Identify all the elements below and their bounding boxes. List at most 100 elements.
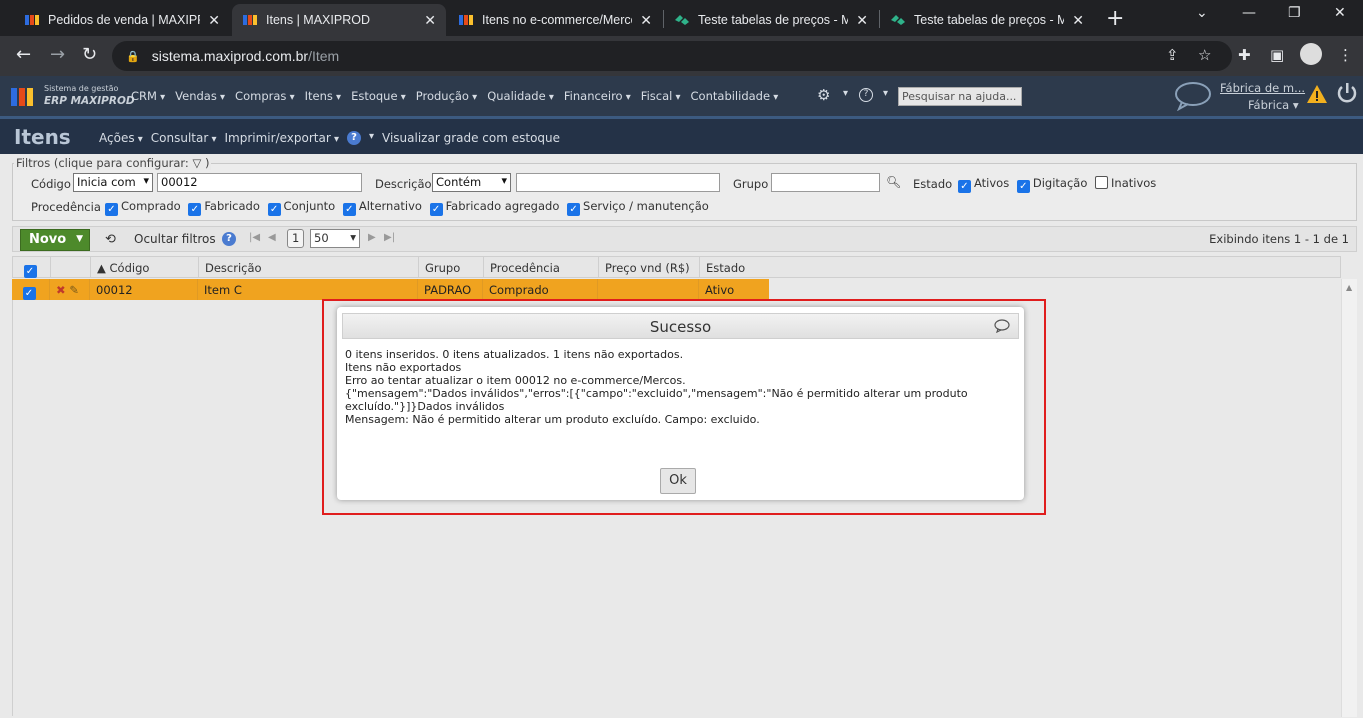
refresh-icon[interactable]: ⟲: [105, 232, 116, 247]
ok-button[interactable]: Ok: [660, 468, 696, 494]
share-icon[interactable]: ⇪: [1166, 46, 1179, 64]
prev-page-icon[interactable]: ◀: [268, 232, 276, 243]
col-preco[interactable]: Preço vnd (R$): [599, 257, 700, 277]
close-tab-icon[interactable]: ✕: [1072, 12, 1084, 29]
settings-gear-icon[interactable]: ⚙: [817, 86, 830, 104]
col-procedencia[interactable]: Procedência: [484, 257, 599, 277]
menu-compras[interactable]: Compras: [235, 89, 295, 103]
close-tab-icon[interactable]: ✕: [424, 12, 436, 29]
close-tab-icon[interactable]: ✕: [208, 12, 220, 29]
edit-pencil-icon[interactable]: ✎: [69, 283, 79, 297]
procedencia-conjunto[interactable]: ✓ Conjunto: [267, 199, 335, 216]
close-window-icon[interactable]: ✕: [1334, 5, 1346, 21]
menu-contabilidade[interactable]: Contabilidade: [691, 89, 779, 103]
novo-button[interactable]: Novo ▼: [20, 229, 90, 251]
minimize-icon[interactable]: —: [1242, 5, 1256, 21]
codigo-mode-select[interactable]: Inicia com: [73, 173, 153, 192]
col-descricao[interactable]: Descrição: [199, 257, 419, 277]
row-checkbox[interactable]: ✓: [12, 279, 50, 300]
first-page-icon[interactable]: |◀: [249, 232, 260, 243]
url-host: sistema.maxiprod.com.br: [151, 48, 309, 64]
grid-help-icon[interactable]: ?: [222, 232, 236, 246]
side-panel-icon[interactable]: ▣: [1270, 46, 1284, 64]
page-help-dropdown-icon[interactable]: ▾: [369, 131, 374, 145]
ocultar-filtros-button[interactable]: Ocultar filtros: [134, 232, 216, 246]
procedencia-comprado[interactable]: ✓ Comprado: [105, 199, 181, 216]
page-number-input[interactable]: 1: [287, 229, 305, 248]
browser-tab-pedidos[interactable]: Pedidos de venda | MAXIPROD ✕: [14, 4, 230, 36]
procedencia-option-label: Fabricado agregado: [445, 199, 560, 213]
estado-inativos[interactable]: Inativos: [1095, 176, 1156, 190]
consultar-menu[interactable]: Consultar: [151, 131, 217, 145]
codigo-input[interactable]: 00012: [157, 173, 362, 192]
filter-funnel-icon[interactable]: ▽: [192, 156, 201, 170]
url-field[interactable]: 🔒 sistema.maxiprod.com.br/Item: [112, 41, 1232, 71]
col-codigo[interactable]: ▲ Código: [91, 257, 199, 277]
procedencia-fabricado-agregado[interactable]: ✓ Fabricado agregado: [429, 199, 560, 216]
browser-tab-ecommerce[interactable]: Itens no e-commerce/Mercos ✕: [448, 4, 662, 36]
row-actions: ✖ ✎: [50, 279, 90, 300]
tab-search-icon[interactable]: ⌄: [1196, 5, 1208, 21]
reload-icon[interactable]: ↻: [82, 44, 97, 65]
estado-digitacao[interactable]: ✓ Digitação: [1016, 176, 1087, 193]
scroll-up-icon[interactable]: ▲: [1346, 283, 1352, 292]
table-row[interactable]: ✓ ✖ ✎ 00012 Item C PADRAO Comprado Ativo: [12, 279, 769, 300]
grid-scrollbar[interactable]: ▲: [1341, 279, 1357, 717]
help-search-input[interactable]: Pesquisar na ajuda...: [898, 87, 1022, 106]
page-actions-menu: Ações Consultar Imprimir/exportar ? ▾ Vi…: [99, 131, 568, 145]
dialog-comment-icon[interactable]: [994, 319, 1010, 333]
procedencia-servico[interactable]: ✓ Serviço / manutenção: [567, 199, 709, 216]
company-unit-selector[interactable]: Fábrica ▾: [1248, 98, 1299, 112]
col-grupo[interactable]: Grupo: [419, 257, 484, 277]
delete-icon[interactable]: ✖: [56, 283, 66, 297]
menu-vendas[interactable]: Vendas: [175, 89, 225, 103]
restore-icon[interactable]: ❐: [1288, 5, 1301, 21]
help-icon[interactable]: ?: [859, 88, 873, 102]
close-tab-icon[interactable]: ✕: [640, 12, 652, 29]
last-page-icon[interactable]: ▶|: [384, 232, 395, 243]
novo-dropdown-icon[interactable]: ▼: [76, 234, 83, 244]
menu-fiscal[interactable]: Fiscal: [641, 89, 681, 103]
logout-power-icon[interactable]: [1336, 82, 1358, 104]
company-link[interactable]: Fábrica de m...: [1220, 81, 1305, 95]
procedencia-fabricado[interactable]: ✓ Fabricado: [188, 199, 260, 216]
imprimir-exportar-menu[interactable]: Imprimir/exportar: [225, 131, 339, 145]
warning-icon[interactable]: [1306, 84, 1328, 104]
settings-dropdown-icon[interactable]: ▾: [843, 88, 848, 99]
browser-tab-bar: Pedidos de venda | MAXIPROD ✕ Itens | MA…: [0, 0, 1363, 36]
filters-legend[interactable]: Filtros (clique para configurar: ▽ ): [14, 156, 212, 170]
menu-crm[interactable]: CRM: [131, 89, 165, 103]
page-help-icon[interactable]: ?: [346, 131, 361, 145]
col-estado[interactable]: Estado: [700, 257, 770, 277]
profile-avatar-icon[interactable]: [1300, 43, 1322, 65]
forward-icon[interactable]: →: [50, 44, 65, 65]
close-tab-icon[interactable]: ✕: [856, 12, 868, 29]
menu-estoque[interactable]: Estoque: [351, 89, 406, 103]
page-size-select[interactable]: 50: [310, 229, 360, 248]
menu-qualidade[interactable]: Qualidade: [487, 89, 554, 103]
menu-financeiro[interactable]: Financeiro: [564, 89, 631, 103]
grupo-input[interactable]: [771, 173, 880, 192]
menu-itens[interactable]: Itens: [305, 89, 341, 103]
menu-producao[interactable]: Produção: [416, 89, 477, 103]
browser-tab-precos-2[interactable]: Teste tabelas de preços - MX ✕: [880, 4, 1094, 36]
next-page-icon[interactable]: ▶: [368, 232, 376, 243]
acoes-menu[interactable]: Ações: [99, 131, 143, 145]
dialog-title-bar[interactable]: Sucesso: [342, 313, 1019, 339]
descricao-input[interactable]: [516, 173, 720, 192]
help-dropdown-icon[interactable]: ▾: [883, 88, 888, 99]
new-tab-icon[interactable]: +: [1106, 6, 1124, 31]
grid-estoque-link[interactable]: Visualizar grade com estoque: [382, 131, 560, 145]
extensions-icon[interactable]: ✚: [1238, 46, 1251, 64]
procedencia-alternativo[interactable]: ✓ Alternativo: [342, 199, 422, 216]
back-icon[interactable]: ←: [16, 44, 31, 65]
bookmark-star-icon[interactable]: ☆: [1198, 46, 1211, 64]
browser-tab-precos-1[interactable]: Teste tabelas de preços - MX ✕: [664, 4, 878, 36]
estado-ativos[interactable]: ✓ Ativos: [958, 176, 1009, 193]
descricao-mode-select[interactable]: Contém: [432, 173, 511, 192]
grupo-search-icon[interactable]: 🔍︎: [886, 175, 901, 189]
browser-tab-itens[interactable]: Itens | MAXIPROD ✕: [232, 4, 446, 36]
select-all-checkbox[interactable]: ✓: [13, 257, 51, 278]
browser-menu-icon[interactable]: ⋮: [1338, 46, 1353, 64]
chat-bubble-icon[interactable]: [1174, 81, 1212, 111]
